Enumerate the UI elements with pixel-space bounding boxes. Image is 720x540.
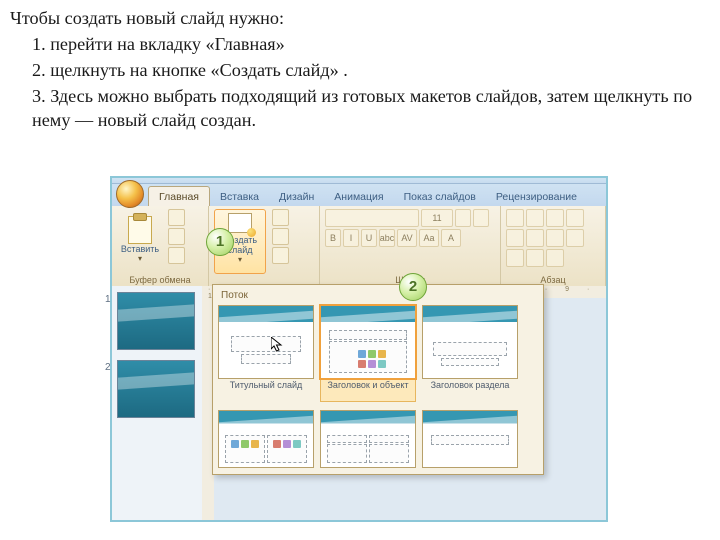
- group-paragraph: Абзац: [501, 206, 606, 286]
- shrink-font-button[interactable]: [473, 209, 489, 227]
- columns-button[interactable]: [526, 249, 544, 267]
- bold-button[interactable]: B: [325, 229, 341, 247]
- layout-two-content[interactable]: [219, 410, 313, 468]
- slide-thumbnails-pane: 1 2: [112, 286, 213, 520]
- delete-slide-button[interactable]: [272, 247, 289, 264]
- chevron-down-icon: ▾: [138, 254, 142, 263]
- slide-thumbnail-1[interactable]: [117, 292, 195, 350]
- strike-button[interactable]: abc: [379, 229, 395, 247]
- layout-title-only[interactable]: [423, 410, 517, 468]
- cut-button[interactable]: [168, 209, 185, 226]
- layout-title-slide-label: Титульный слайд: [230, 379, 303, 401]
- group-clipboard-title: Буфер обмена: [117, 274, 203, 285]
- numbering-button[interactable]: [526, 209, 544, 227]
- office-button-icon[interactable]: [116, 180, 144, 208]
- text-direction-button[interactable]: [546, 249, 564, 267]
- tab-animation[interactable]: Анимация: [324, 187, 393, 206]
- layout-gallery: Поток 2 Титульный слайд: [212, 284, 544, 475]
- align-center-button[interactable]: [546, 229, 564, 247]
- gallery-theme-title: Поток: [219, 289, 537, 305]
- font-size-combo[interactable]: 11: [421, 209, 453, 227]
- align-left-button[interactable]: [526, 229, 544, 247]
- font-name-combo[interactable]: [325, 209, 419, 227]
- font-color-button[interactable]: A: [441, 229, 461, 247]
- paste-label: Вставить: [121, 244, 159, 254]
- layout-button[interactable]: [272, 209, 289, 226]
- clipboard-mini-buttons: [166, 209, 185, 269]
- decrease-indent-button[interactable]: [546, 209, 564, 227]
- layout-title-content[interactable]: Заголовок и объект: [321, 305, 415, 402]
- slide-thumbnail-2[interactable]: [117, 360, 195, 418]
- step-3: 3. Здесь можно выбрать подходящий из гот…: [32, 84, 710, 132]
- layout-comparison[interactable]: [321, 410, 415, 468]
- tab-design[interactable]: Дизайн: [269, 187, 324, 206]
- clipboard-icon: [128, 216, 152, 244]
- char-spacing-button[interactable]: AV: [397, 229, 417, 247]
- intro-line: Чтобы создать новый слайд нужно:: [10, 6, 710, 30]
- increase-indent-button[interactable]: [566, 209, 584, 227]
- layout-title-content-label: Заголовок и объект: [320, 379, 416, 402]
- format-painter-button[interactable]: [168, 247, 185, 264]
- new-slide-icon: [228, 213, 252, 233]
- underline-button[interactable]: U: [361, 229, 377, 247]
- grow-font-button[interactable]: [455, 209, 471, 227]
- step-2: 2. щелкнуть на кнопке «Создать слайд» .: [32, 58, 710, 82]
- layout-section-header-label: Заголовок раздела: [431, 379, 510, 401]
- instruction-text: Чтобы создать новый слайд нужно: 1. пере…: [0, 0, 720, 138]
- tab-review[interactable]: Рецензирование: [486, 187, 587, 206]
- reset-button[interactable]: [272, 228, 289, 245]
- group-clipboard: Вставить ▾ Буфер обмена: [112, 206, 209, 286]
- thumb-number-1: 1: [105, 294, 111, 305]
- layout-title-slide[interactable]: Титульный слайд: [219, 305, 313, 402]
- copy-button[interactable]: [168, 228, 185, 245]
- tab-home[interactable]: Главная: [148, 186, 210, 206]
- callout-marker-1: 1: [206, 228, 234, 256]
- mouse-cursor-icon: [271, 337, 283, 353]
- paste-button[interactable]: Вставить ▾: [117, 209, 163, 269]
- thumb-number-2: 2: [105, 362, 111, 373]
- chevron-down-icon: ▾: [238, 255, 242, 264]
- slides-mini-buttons: [270, 209, 289, 264]
- workspace: 1 2 · 1 · 2 · 3 · 4 · 5 · 6 · 7 · 8 · 9 …: [112, 286, 606, 520]
- justify-button[interactable]: [506, 249, 524, 267]
- align-right-button[interactable]: [566, 229, 584, 247]
- ribbon: Вставить ▾ Буфер обмена Создать слайд ▾: [112, 206, 606, 287]
- callout-marker-2: 2: [399, 273, 427, 301]
- layout-section-header[interactable]: Заголовок раздела: [423, 305, 517, 402]
- italic-button[interactable]: I: [343, 229, 359, 247]
- tab-slideshow[interactable]: Показ слайдов: [394, 187, 486, 206]
- powerpoint-screenshot: Главная Вставка Дизайн Анимация Показ сл…: [110, 176, 608, 522]
- change-case-button[interactable]: Aa: [419, 229, 439, 247]
- tab-insert[interactable]: Вставка: [210, 187, 269, 206]
- step-1: 1. перейти на вкладку «Главная»: [32, 32, 710, 56]
- bullets-button[interactable]: [506, 209, 524, 227]
- ribbon-tabs: Главная Вставка Дизайн Анимация Показ сл…: [112, 184, 606, 206]
- line-spacing-button[interactable]: [506, 229, 524, 247]
